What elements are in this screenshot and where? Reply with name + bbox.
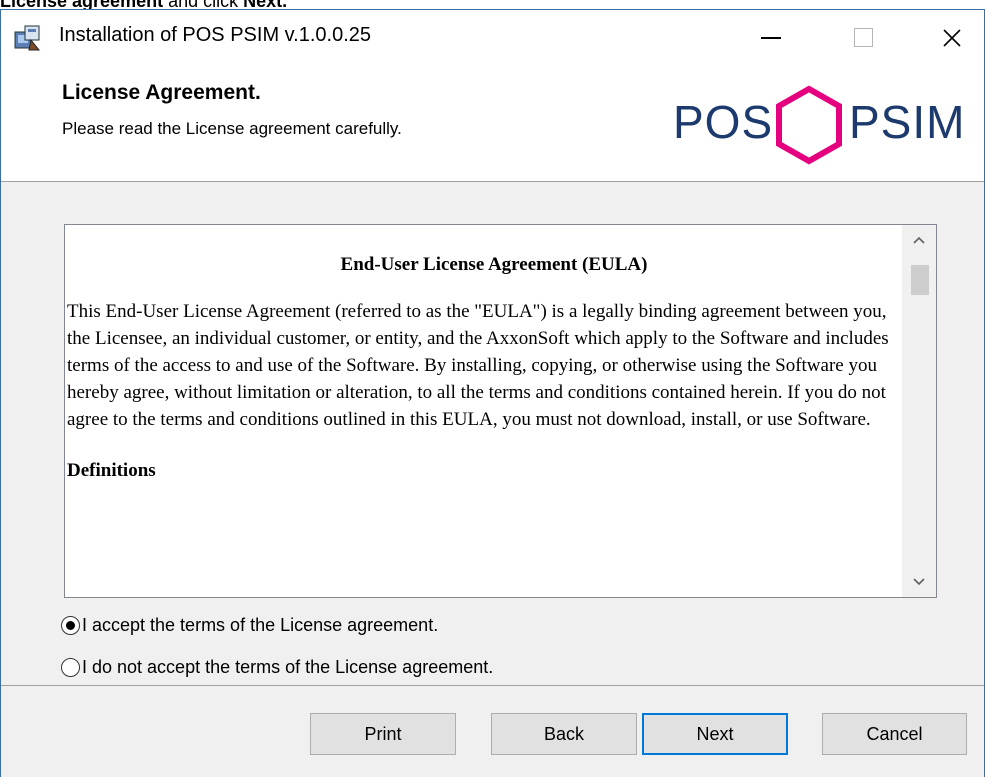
eula-section-heading: Definitions [67,460,156,481]
accept-radio[interactable] [61,615,80,635]
close-button[interactable] [922,10,982,65]
eula-text-box[interactable]: End-User License Agreement (EULA) This E… [64,224,937,598]
scroll-up-button[interactable] [902,225,936,255]
scroll-down-button[interactable] [902,567,936,597]
decline-option[interactable]: I do not accept the terms of the License… [61,655,493,679]
close-icon [943,28,961,47]
chevron-down-icon [913,578,925,586]
title-bar[interactable]: Installation of POS PSIM v.1.0.0.25 [1,10,984,65]
header-title: License Agreement. [62,81,261,104]
window-title: Installation of POS PSIM v.1.0.0.25 [59,24,372,46]
scroll-thumb[interactable] [911,265,929,295]
maximize-icon [853,28,873,47]
chevron-up-icon [913,236,925,244]
eula-content: End-User License Agreement (EULA) This E… [67,225,901,482]
footer-divider [1,685,984,686]
maximize-button [833,10,893,65]
decline-label[interactable]: I do not accept the terms of the License… [82,657,493,678]
print-button[interactable]: Print [310,713,456,755]
installer-icon [14,25,41,51]
dialog-header: License Agreement. Please read the Licen… [1,65,984,182]
decline-radio[interactable] [61,657,80,677]
pos-psim-logo: POS PSIM [673,85,981,177]
hexagon-logo-icon [776,85,842,165]
accept-label[interactable]: I accept the terms of the License agreem… [82,615,438,636]
eula-scrollbar[interactable] [902,225,936,597]
minimize-icon [761,36,781,39]
minimize-button[interactable] [741,10,801,65]
back-button[interactable]: Back [491,713,637,755]
eula-heading: End-User License Agreement (EULA) [340,254,648,275]
cancel-button[interactable]: Cancel [822,713,967,755]
installer-window: Installation of POS PSIM v.1.0.0.25 Lice… [0,9,985,777]
logo-text-psim: PSIM [849,96,966,148]
accept-option[interactable]: I accept the terms of the License agreem… [61,613,438,637]
next-button[interactable]: Next [642,713,788,755]
header-subtitle: Please read the License agreement carefu… [62,119,402,138]
logo-text-pos: POS [673,96,774,148]
eula-paragraph: This End-User License Agreement (referre… [67,301,889,430]
